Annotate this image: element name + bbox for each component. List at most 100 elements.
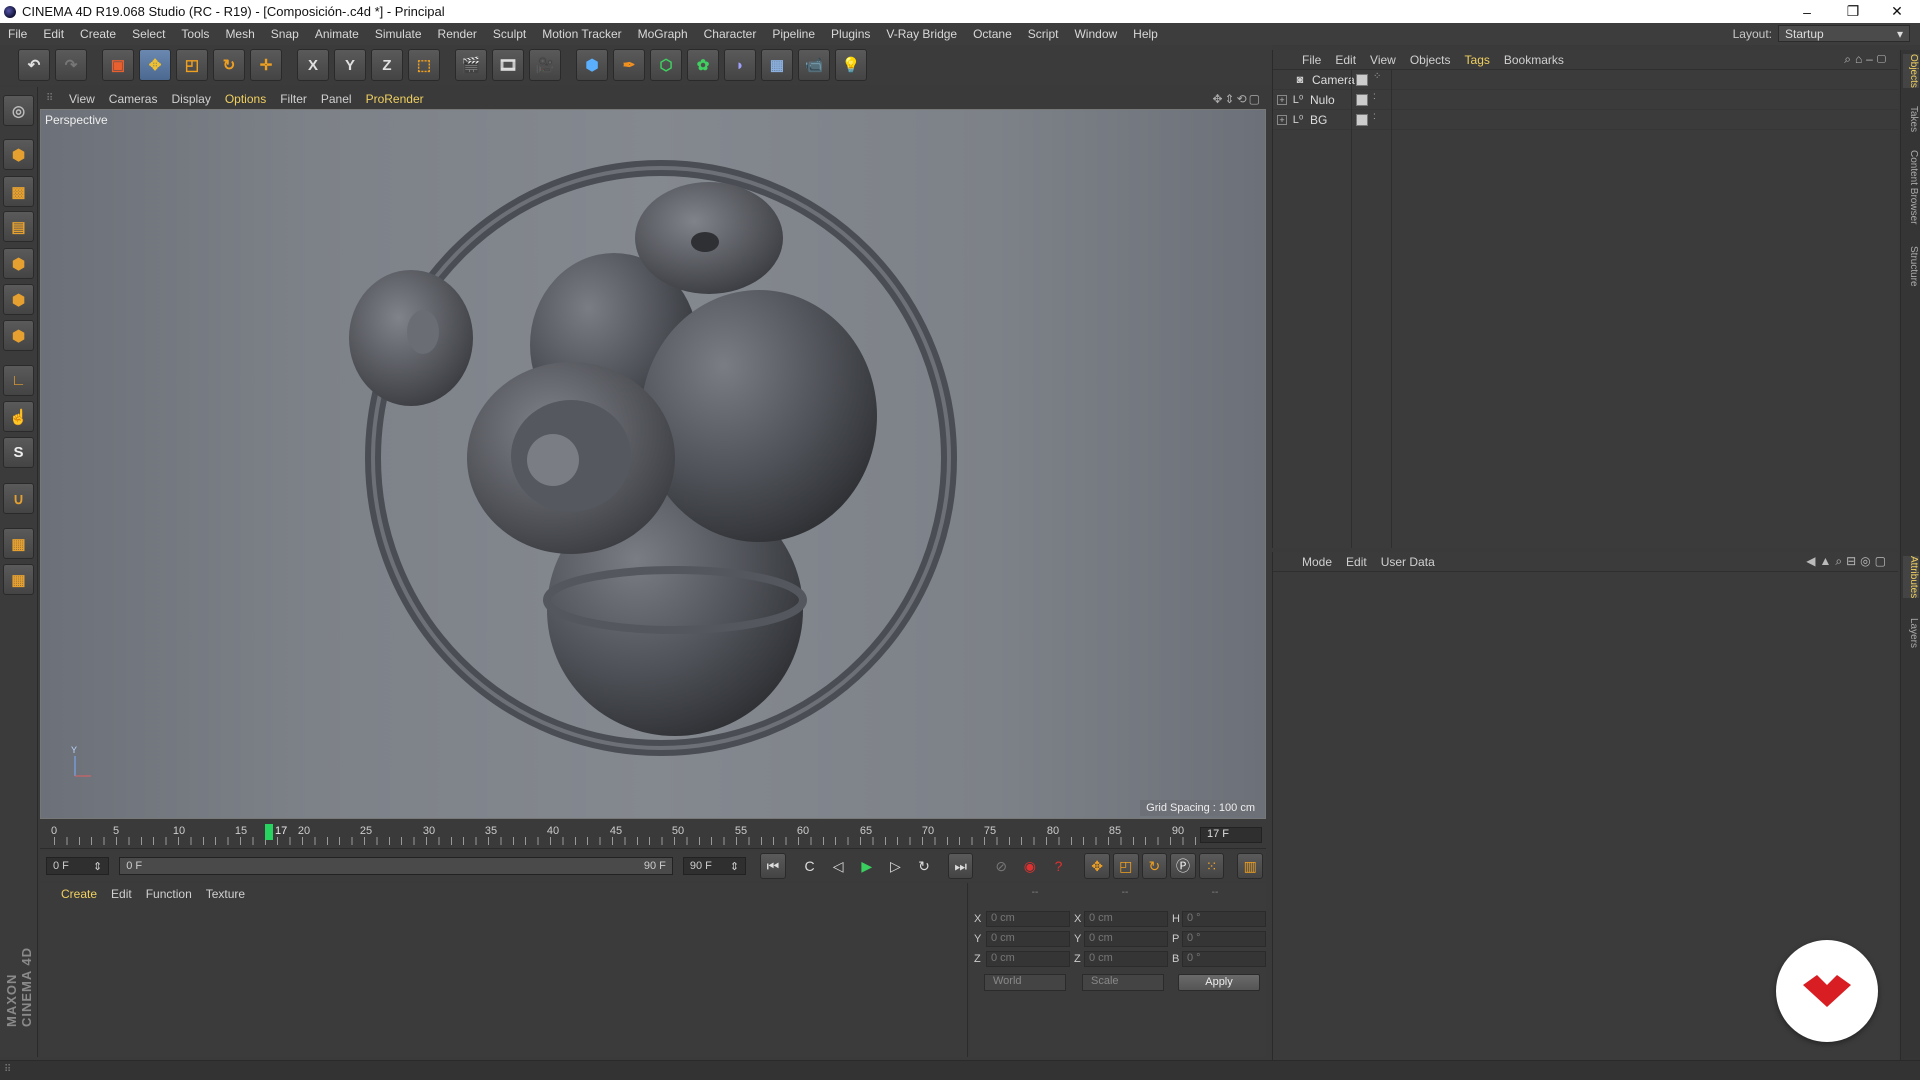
menu-window[interactable]: Window [1066,27,1125,41]
timeline-layout-button[interactable]: ▥ [1237,853,1264,879]
render-dots-icon[interactable]: : [1373,91,1381,106]
menu-snap[interactable]: Snap [263,27,307,41]
render-picture-viewer-button[interactable]: 🎞 [492,49,524,81]
make-editable-button[interactable]: ◎ [3,95,34,126]
rotate-tool-button[interactable]: ↻ [213,49,245,81]
menu-help[interactable]: Help [1125,27,1166,41]
x-axis-button[interactable]: X [297,49,329,81]
menu-create[interactable]: Create [72,27,124,41]
menu-sculpt[interactable]: Sculpt [485,27,534,41]
dock-tab-layers[interactable]: Layers [1903,618,1919,648]
menu-render[interactable]: Render [430,27,485,41]
render-dots-icon[interactable]: : [1373,111,1381,126]
workplane-axis-button[interactable]: ▦ [3,564,34,595]
menu-file[interactable]: File [0,27,35,41]
rotation-p-field[interactable]: 0 ° [1182,931,1266,947]
perspective-viewport[interactable]: Perspective Y Grid Spacing: 100 cm [40,109,1266,819]
size-z-field[interactable]: 0 cm [1084,951,1168,967]
snap-button[interactable]: S [3,437,34,468]
cloner-button[interactable]: ✿ [687,49,719,81]
transform-tool-button[interactable]: ✛ [250,49,282,81]
record-key-disabled-button[interactable]: ⊘ [988,853,1014,879]
material-menu-edit[interactable]: Edit [104,887,139,901]
menu-vray-bridge[interactable]: V-Ray Bridge [878,27,965,41]
menu-pipeline[interactable]: Pipeline [764,27,823,41]
live-selection-button[interactable]: ▣ [102,49,134,81]
attribute-menu-user-data[interactable]: User Data [1374,555,1442,569]
play-button[interactable]: ▶ [854,853,880,879]
object-manager-search-icon[interactable]: ⌕⌂–▢ [1844,52,1890,67]
points-mode-button[interactable]: ⬢ [3,248,34,279]
key-rotation-button[interactable]: ↻ [1141,853,1168,879]
previous-key-button[interactable]: C [797,853,823,879]
next-frame-button[interactable]: ▷ [883,853,909,879]
viewport-navigation-icons[interactable]: ✥⇕⟲▢ [1212,92,1262,106]
min-time-field[interactable]: 0 F ⇕ [46,857,110,875]
size-mode-dropdown[interactable]: Scale [1082,974,1164,991]
go-to-end-button[interactable]: ⏭ [947,853,974,879]
z-axis-button[interactable]: Z [371,49,403,81]
menu-simulate[interactable]: Simulate [367,27,430,41]
menu-edit[interactable]: Edit [35,27,72,41]
coordinate-system-button[interactable]: ⬚ [408,49,440,81]
menu-plugins[interactable]: Plugins [823,27,878,41]
key-scale-button[interactable]: ◰ [1112,853,1139,879]
scale-tool-button[interactable]: ◰ [176,49,208,81]
menu-tools[interactable]: Tools [173,27,217,41]
coordinate-space-dropdown[interactable]: World [984,974,1066,991]
texture-mode-button[interactable]: ▩ [3,176,34,207]
timeline-ruler[interactable]: 0 5 10 15 20 25 30 35 40 45 50 55 60 65 … [40,821,1266,849]
dock-tab-objects[interactable]: Objects [1903,54,1919,88]
move-tool-button[interactable]: ✥ [139,49,171,81]
tweak-mode-button[interactable]: ☝ [3,401,34,432]
pen-spline-button[interactable]: ✒ [613,49,645,81]
workplane-lock-button[interactable]: ▦ [3,528,34,559]
visibility-toggle[interactable] [1356,113,1368,126]
menu-character[interactable]: Character [696,27,765,41]
expand-toggle[interactable]: + [1277,114,1287,125]
layout-dropdown[interactable]: Startup ▾ [1778,25,1910,42]
material-menu-texture[interactable]: Texture [199,887,252,901]
menu-mograph[interactable]: MoGraph [630,27,696,41]
object-row-nulo[interactable]: + L⁰ Nulo : [1273,90,1898,110]
minimize-button[interactable]: – [1784,0,1830,23]
y-axis-button[interactable]: Y [334,49,366,81]
render-settings-button[interactable]: 🎥 [529,49,561,81]
record-active-objects-button[interactable]: ◉ [1017,853,1043,879]
previous-frame-button[interactable]: ◁ [825,853,851,879]
restore-button[interactable]: ❐ [1830,0,1876,23]
attribute-nav-icons[interactable]: ◀▲⌕⊟◎▢ [1806,554,1890,569]
dock-tab-structure[interactable]: Structure [1903,246,1919,287]
light-button[interactable]: 💡 [835,49,867,81]
undo-button[interactable]: ↶ [18,49,50,81]
magnet-button[interactable]: ∪ [3,483,34,514]
position-z-field[interactable]: 0 cm [986,951,1070,967]
key-parameter-button[interactable]: Ⓟ [1170,853,1196,879]
autokeying-button[interactable]: ? [1046,853,1072,879]
menu-mesh[interactable]: Mesh [217,27,262,41]
polygons-mode-button[interactable]: ⬢ [3,320,34,351]
menu-select[interactable]: Select [124,27,173,41]
viewport-menu-prorender[interactable]: ProRender [359,92,431,106]
object-menu-bookmarks[interactable]: Bookmarks [1497,53,1571,67]
playhead[interactable] [265,824,273,840]
apply-button[interactable]: Apply [1178,974,1260,991]
go-to-start-button[interactable]: ⏮ [760,853,786,879]
subdivision-surface-button[interactable]: ⬡ [650,49,682,81]
material-menu-create[interactable]: Create [54,887,104,901]
preview-range-slider[interactable]: 0 F 90 F [119,857,673,875]
camera-target-tag-icon[interactable]: ⁘ [1373,71,1381,86]
render-view-button[interactable]: 🎬 [455,49,487,81]
viewport-menu-options[interactable]: Options [218,92,273,106]
redo-button[interactable]: ↷ [55,49,87,81]
menu-motion-tracker[interactable]: Motion Tracker [534,27,629,41]
size-y-field[interactable]: 0 cm [1084,931,1168,947]
menu-animate[interactable]: Animate [307,27,367,41]
expand-toggle[interactable]: + [1277,94,1287,105]
menu-script[interactable]: Script [1020,27,1067,41]
position-x-field[interactable]: 0 cm [986,911,1070,927]
workplane-mode-button[interactable]: ▤ [3,211,34,242]
current-frame-field[interactable]: 17 F [1200,827,1262,843]
menu-octane[interactable]: Octane [965,27,1020,41]
viewport-menu-filter[interactable]: Filter [273,92,314,106]
